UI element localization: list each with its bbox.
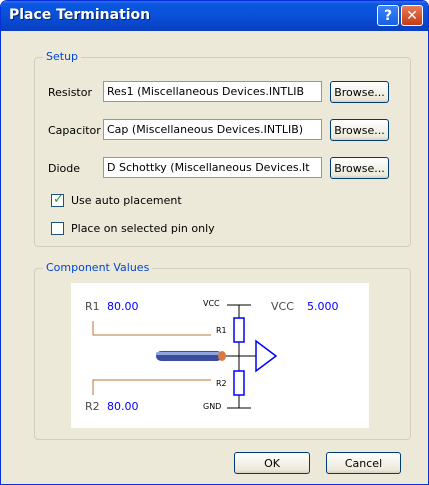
auto-placement-label[interactable]: Use auto placement xyxy=(71,194,182,207)
r1-label: R1 xyxy=(85,300,100,313)
component-values-group-label: Component Values xyxy=(43,261,153,274)
buffer-symbol xyxy=(255,339,278,373)
r1-resistor-symbol xyxy=(233,317,245,343)
cancel-button[interactable]: Cancel xyxy=(326,452,401,474)
r1-leader-line xyxy=(92,321,211,336)
setup-group-label: Setup xyxy=(43,50,82,63)
diode-label: Diode xyxy=(48,162,81,175)
help-icon: ? xyxy=(383,7,393,24)
diode-field[interactable]: D Schottky (Miscellaneous Devices.It xyxy=(103,157,322,178)
selected-pin-checkbox[interactable] xyxy=(51,222,64,235)
selected-pin-label[interactable]: Place on selected pin only xyxy=(71,222,215,235)
close-button[interactable]: ✕ xyxy=(401,5,423,26)
place-termination-dialog: Place Termination ? ✕ Setup Resistor Res… xyxy=(0,0,429,485)
resistor-browse-button[interactable]: Browse... xyxy=(330,81,389,103)
r2-value[interactable]: 80.00 xyxy=(107,400,139,413)
cable-highlight xyxy=(156,352,222,355)
title-bar[interactable]: Place Termination ? ✕ xyxy=(1,1,428,31)
auto-placement-checkbox[interactable]: ✓ xyxy=(51,192,64,207)
capacitor-field[interactable]: Cap (Miscellaneous Devices.INTLIB) xyxy=(103,119,322,140)
capacitor-label: Capacitor xyxy=(48,124,101,137)
checkmark-icon: ✓ xyxy=(53,192,64,207)
dialog-title: Place Termination xyxy=(9,7,151,23)
vcc-value[interactable]: 5.000 xyxy=(307,300,339,313)
schematic-gnd-label: GND xyxy=(203,402,222,411)
capacitor-browse-button[interactable]: Browse... xyxy=(330,119,389,141)
resistor-field[interactable]: Res1 (Miscellaneous Devices.INTLIB xyxy=(103,81,322,102)
help-button[interactable]: ? xyxy=(377,5,399,26)
cable-end xyxy=(218,351,226,361)
diode-browse-button[interactable]: Browse... xyxy=(330,157,389,179)
schematic-vcc-label: VCC xyxy=(203,299,220,308)
r2-label: R2 xyxy=(85,400,100,413)
resistor-label: Resistor xyxy=(48,86,92,99)
r2-leader-line xyxy=(92,379,211,395)
vcc-label: VCC xyxy=(271,300,294,313)
schematic-r1-label: R1 xyxy=(216,326,227,335)
schematic-r2-label: R2 xyxy=(216,379,227,388)
r1-value[interactable]: 80.00 xyxy=(107,300,139,313)
r2-resistor-symbol xyxy=(233,370,245,396)
close-icon: ✕ xyxy=(406,7,418,24)
ok-button[interactable]: OK xyxy=(234,452,310,474)
termination-diagram: R1 80.00 VCC 5.000 R2 80.00 VCC R1 R2 GN… xyxy=(71,283,369,428)
